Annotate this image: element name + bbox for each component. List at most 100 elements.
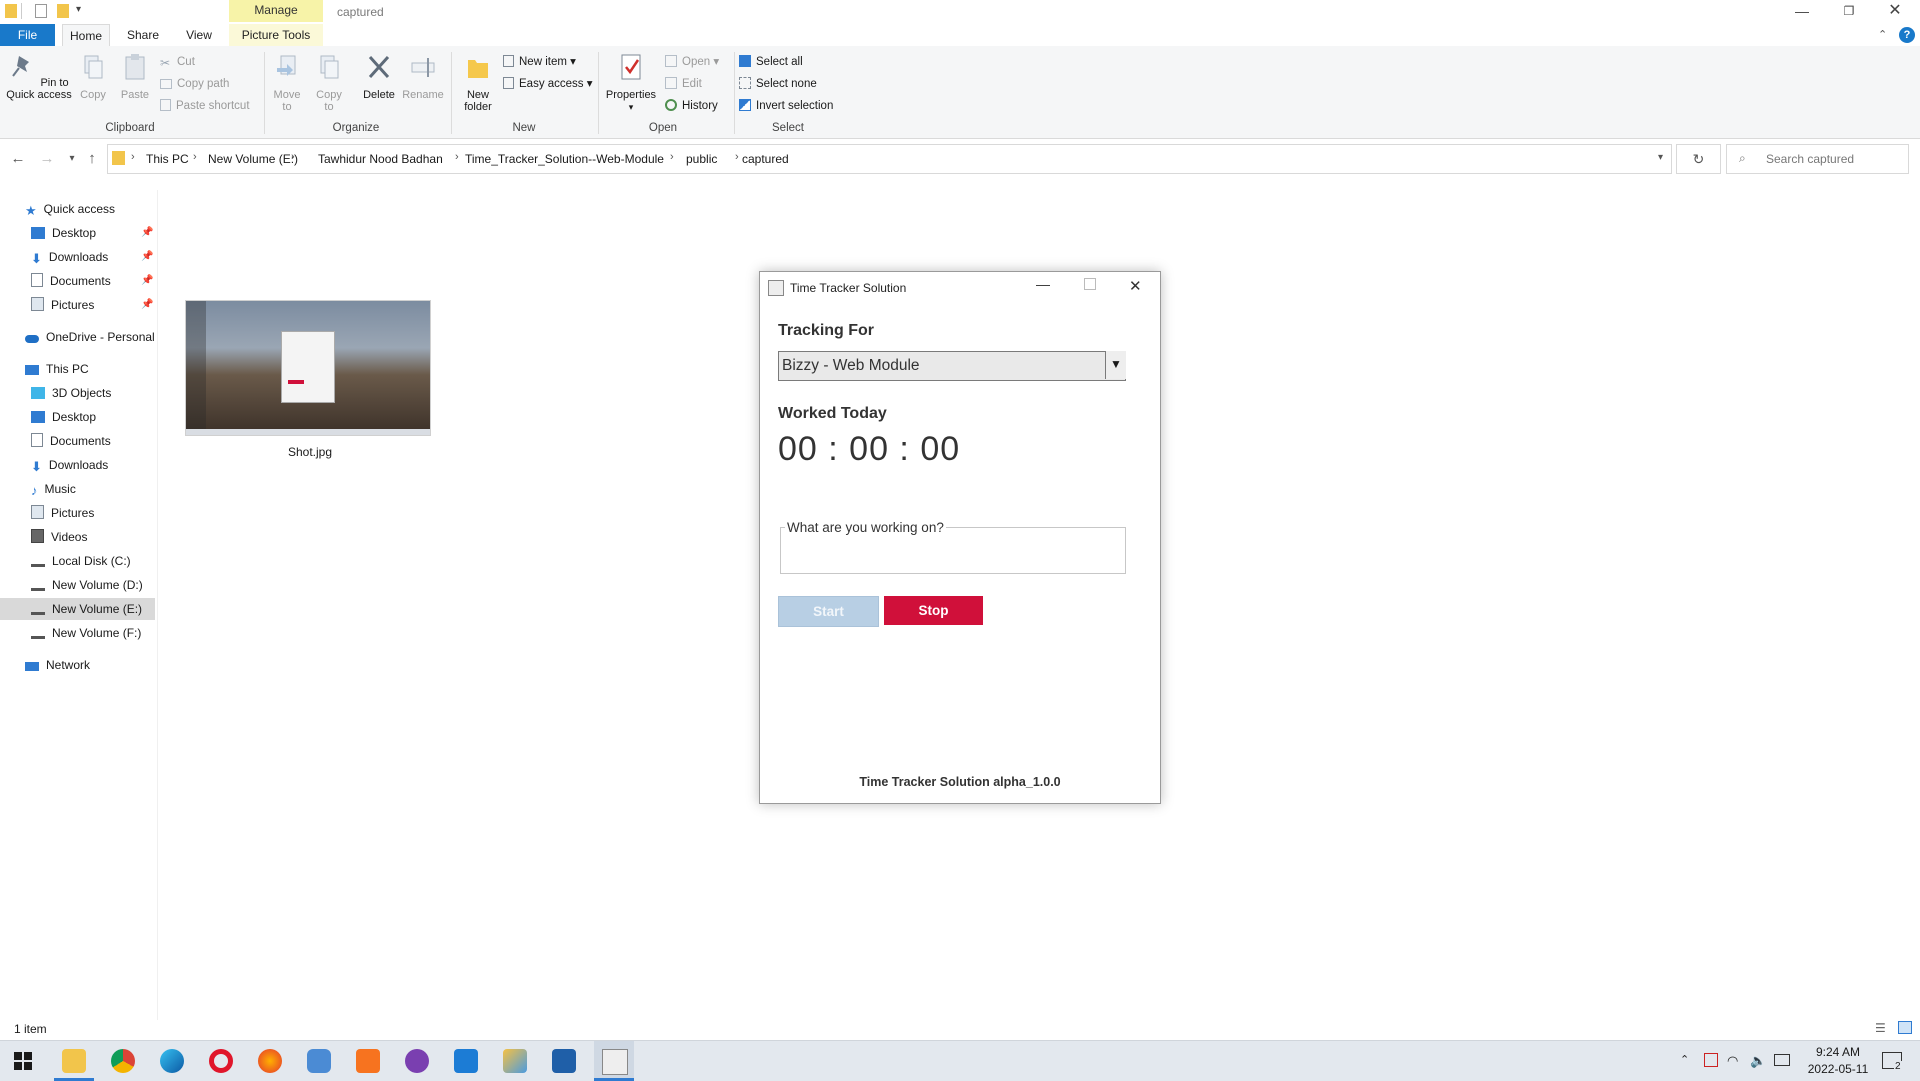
copy-path-button[interactable]: Copy path — [160, 75, 229, 93]
properties-icon[interactable] — [35, 4, 47, 18]
file-explorer-icon[interactable] — [62, 1049, 86, 1073]
edit-button[interactable]: Edit — [665, 75, 702, 93]
crumb-captured[interactable]: captured — [742, 152, 789, 166]
tab-home[interactable]: Home — [62, 24, 110, 48]
crumb-user-folder[interactable]: Tawhidur Nood Badhan — [318, 152, 443, 166]
manage-context-tab[interactable]: Manage — [229, 0, 323, 22]
paste-button[interactable]: Paste — [118, 52, 152, 101]
open-button[interactable]: Open ▾ — [665, 53, 719, 71]
move-to-button[interactable]: Move to — [269, 52, 305, 113]
firefox-icon[interactable] — [258, 1049, 282, 1073]
nav-this-pc[interactable]: This PC — [25, 358, 89, 380]
crumb-new-volume-e[interactable]: New Volume (E:) — [208, 152, 298, 166]
nav-onedrive[interactable]: OneDrive - Personal — [25, 326, 155, 348]
copy-button[interactable]: Copy — [76, 52, 110, 101]
pinned-app-icon[interactable] — [503, 1049, 527, 1073]
new-item-button[interactable]: New item ▾ — [503, 53, 576, 71]
crumb-project-folder[interactable]: Time_Tracker_Solution--Web-Module — [465, 152, 664, 166]
nav-pictures[interactable]: Pictures — [31, 502, 94, 524]
properties-button[interactable]: Properties ▾ — [603, 52, 659, 113]
invert-selection-button[interactable]: Invert selection — [739, 97, 833, 115]
nav-videos[interactable]: Videos — [31, 526, 87, 548]
search-box[interactable]: ⌕ Search captured — [1726, 144, 1909, 174]
tab-file[interactable]: File — [0, 24, 55, 46]
java-app-taskbar-button[interactable] — [594, 1041, 634, 1081]
nav-new-volume-e[interactable]: New Volume (E:) — [0, 598, 155, 620]
copy-to-button[interactable]: Copy to — [311, 52, 347, 113]
tab-view[interactable]: View — [175, 24, 223, 46]
edge-icon[interactable] — [160, 1049, 184, 1073]
address-dropdown-icon[interactable]: ▾ — [1658, 152, 1663, 163]
chevron-right-icon[interactable]: › — [735, 151, 739, 163]
large-icons-view-icon[interactable] — [1898, 1021, 1912, 1034]
address-bar[interactable]: › This PC › New Volume (E:) › Tawhidur N… — [107, 144, 1672, 174]
chevron-right-icon[interactable]: › — [193, 151, 197, 163]
refresh-icon[interactable]: ↻ — [1676, 144, 1721, 174]
volume-icon[interactable]: 🔈 — [1750, 1053, 1766, 1069]
file-thumbnail[interactable] — [185, 300, 431, 436]
new-folder-button[interactable]: New folder — [456, 52, 500, 113]
app-minimize-icon[interactable]: — — [1036, 276, 1050, 292]
clock-time[interactable]: 9:24 AM — [1798, 1045, 1878, 1059]
nav-network[interactable]: Network — [25, 654, 90, 676]
delete-button[interactable]: Delete — [359, 52, 399, 101]
close-icon[interactable]: ✕ — [1872, 0, 1918, 22]
pin-icon[interactable]: 📌 — [141, 275, 153, 286]
nav-quick-documents[interactable]: Documents — [31, 270, 111, 292]
chevron-right-icon[interactable]: › — [131, 151, 135, 163]
clock-date[interactable]: 2022-05-11 — [1798, 1062, 1878, 1076]
tab-picture-tools[interactable]: Picture Tools — [229, 24, 323, 46]
project-select[interactable]: Bizzy - Web Module ▼ — [778, 351, 1126, 381]
select-none-button[interactable]: Select none — [739, 75, 817, 93]
help-icon[interactable]: ? — [1899, 27, 1915, 43]
chrome-icon[interactable] — [111, 1049, 135, 1073]
crumb-this-pc[interactable]: This PC — [146, 152, 189, 166]
file-name[interactable]: Shot.jpg — [230, 445, 390, 459]
tray-app-icon[interactable] — [1704, 1053, 1718, 1067]
history-button[interactable]: History — [665, 97, 718, 115]
tab-share[interactable]: Share — [118, 24, 168, 46]
nav-desktop[interactable]: Desktop — [31, 406, 96, 428]
back-arrow-icon[interactable]: ← — [8, 149, 28, 169]
app-maximize-icon[interactable] — [1084, 278, 1096, 290]
nav-local-disk-c[interactable]: Local Disk (C:) — [31, 550, 131, 572]
pin-icon[interactable]: 📌 — [141, 299, 153, 310]
nav-documents[interactable]: Documents — [31, 430, 111, 452]
nav-downloads[interactable]: ⬇ Downloads — [31, 454, 108, 476]
xampp-icon[interactable] — [356, 1049, 380, 1073]
chevron-down-icon[interactable]: ▼ — [1105, 351, 1126, 379]
up-arrow-icon[interactable]: ↑ — [82, 149, 102, 169]
nav-quick-downloads[interactable]: ⬇ Downloads — [31, 246, 108, 268]
nav-quick-pictures[interactable]: Pictures — [31, 294, 94, 316]
details-view-icon[interactable]: ☰ — [1875, 1021, 1886, 1035]
nav-quick-desktop[interactable]: Desktop — [31, 222, 96, 244]
chevron-right-icon[interactable]: › — [291, 151, 295, 163]
cut-button[interactable]: ✂ Cut — [160, 53, 195, 71]
app-hex-icon[interactable] — [307, 1049, 331, 1073]
chevron-right-icon[interactable]: › — [455, 151, 459, 163]
forward-arrow-icon[interactable]: → — [37, 149, 57, 169]
nav-new-volume-d[interactable]: New Volume (D:) — [31, 574, 143, 596]
start-button[interactable]: Start — [778, 596, 879, 627]
chevron-right-icon[interactable]: › — [670, 151, 674, 163]
paste-shortcut-button[interactable]: Paste shortcut — [160, 97, 250, 115]
pin-icon[interactable]: 📌 — [141, 251, 153, 262]
app-close-icon[interactable]: ✕ — [1129, 277, 1142, 295]
windows-start-icon[interactable] — [14, 1052, 32, 1070]
search-input[interactable]: Search captured — [1766, 152, 1854, 166]
battery-icon[interactable] — [1774, 1054, 1790, 1066]
select-all-button[interactable]: Select all — [739, 53, 803, 71]
nav-3d-objects[interactable]: 3D Objects — [31, 382, 111, 404]
crumb-public[interactable]: public — [686, 152, 717, 166]
nav-new-volume-f[interactable]: New Volume (F:) — [31, 622, 141, 644]
restore-icon[interactable]: ❐ — [1826, 0, 1872, 22]
pin-icon[interactable]: 📌 — [141, 227, 153, 238]
qat-dropdown-icon[interactable]: ▾ — [76, 4, 81, 15]
opera-icon[interactable] — [209, 1049, 233, 1073]
nav-quick-access[interactable]: ★ Quick access — [25, 198, 115, 220]
stop-button[interactable]: Stop — [884, 596, 983, 625]
minimize-icon[interactable]: — — [1779, 0, 1825, 22]
easy-access-button[interactable]: Easy access ▾ — [503, 75, 593, 93]
nav-music[interactable]: ♪ Music — [31, 478, 76, 500]
new-folder-icon[interactable] — [57, 4, 69, 18]
